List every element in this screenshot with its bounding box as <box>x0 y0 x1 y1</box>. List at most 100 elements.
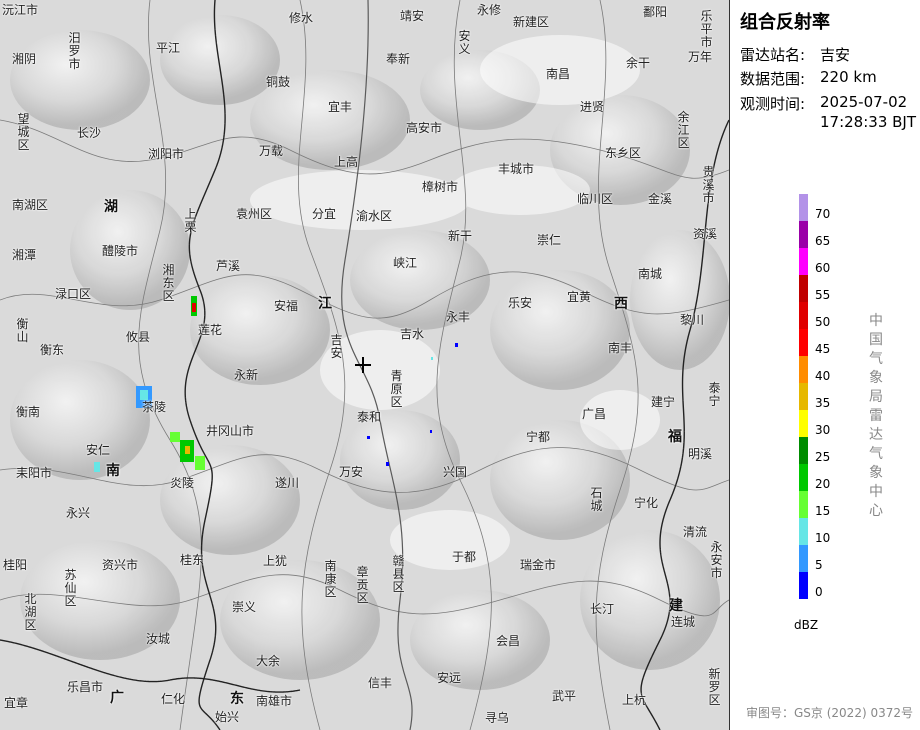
place-label: 宁化 <box>634 496 659 510</box>
place-label: 会昌 <box>496 634 521 648</box>
place-label: 北湖区 <box>24 592 37 632</box>
place-label: 上栗 <box>184 207 197 234</box>
place-label: 汝城 <box>146 632 171 646</box>
legend-swatch <box>799 410 808 437</box>
place-label: 乐昌市 <box>67 680 104 694</box>
time-date: 2025-07-02 <box>820 93 908 111</box>
legend-swatch <box>799 572 808 599</box>
province-label: 南 <box>106 463 120 479</box>
radar-map[interactable]: 沅江市 修水 靖安 永修 新建区 鄱阳 乐平市 汨罗市 平江 奉新 安义 湘阴 铜鼓 南昌 余干 万年 宜丰 进贤… <box>0 0 729 730</box>
place-label: 万年 <box>688 50 713 64</box>
place-label: 黎川 <box>680 313 705 327</box>
place-label: 乐安 <box>508 296 533 310</box>
place-label: 铜鼓 <box>266 75 291 89</box>
legend-tick-label: 30 <box>815 423 831 437</box>
place-label: 安远 <box>437 671 462 685</box>
place-label: 分宜 <box>312 207 337 221</box>
place-label: 金溪 <box>648 192 673 206</box>
legend-tick-label: 55 <box>815 288 831 302</box>
place-label: 青原区 <box>390 369 403 409</box>
place-label: 桂阳 <box>3 558 28 572</box>
place-label: 南湖区 <box>12 198 49 212</box>
place-label: 东乡区 <box>605 146 642 160</box>
legend-tick-label: 60 <box>815 261 831 275</box>
range-label: 数据范围: <box>740 70 806 88</box>
place-label: 衡山 <box>16 317 29 344</box>
place-label: 永安市 <box>710 540 723 580</box>
place-label: 永修 <box>477 3 502 17</box>
place-label: 长沙 <box>77 126 102 140</box>
place-label: 安福 <box>274 299 299 313</box>
place-label: 衡南 <box>16 405 41 419</box>
place-label: 乐平市 <box>700 9 713 49</box>
station-value: 吉安 <box>820 46 851 64</box>
place-label: 吉安 <box>330 333 343 360</box>
product-title: 组合反射率 <box>740 12 830 33</box>
place-label: 遂川 <box>275 476 300 490</box>
province-label: 西 <box>614 296 628 312</box>
station-label: 雷达站名: <box>740 46 806 64</box>
legend-tick-label: 65 <box>815 234 831 248</box>
place-label: 武平 <box>552 689 577 703</box>
place-label: 万载 <box>259 144 284 158</box>
place-label: 渝水区 <box>356 209 393 223</box>
place-label: 进贤 <box>580 100 605 114</box>
place-label: 望城区 <box>17 112 30 152</box>
province-label: 广 <box>110 690 124 706</box>
place-label: 醴陵市 <box>102 244 139 258</box>
legend-swatch <box>799 518 808 545</box>
place-label: 长汀 <box>590 602 615 616</box>
place-label: 湘潭 <box>12 248 37 262</box>
place-label: 章贡区 <box>356 565 369 605</box>
place-label: 崇仁 <box>537 233 562 247</box>
legend-tick-label: 45 <box>815 342 831 356</box>
place-label: 渌口区 <box>55 287 92 301</box>
time-clock: 17:28:33 BJT <box>820 113 917 131</box>
legend-swatch <box>799 275 808 302</box>
place-label: 鄱阳 <box>643 5 668 19</box>
place-label: 南城 <box>638 267 663 281</box>
place-label: 宜丰 <box>328 100 353 114</box>
place-label: 贵溪市 <box>702 165 715 205</box>
place-label: 靖安 <box>400 9 425 23</box>
place-label: 汨罗市 <box>68 31 81 71</box>
place-label: 新干 <box>448 229 473 243</box>
legend-tick-label: 35 <box>815 396 831 410</box>
place-label: 平江 <box>156 41 181 55</box>
place-label: 宜黄 <box>567 290 592 304</box>
province-label: 湖 <box>104 199 118 215</box>
legend-swatch <box>799 221 808 248</box>
place-label: 崇义 <box>232 600 257 614</box>
place-label: 南雄市 <box>256 694 293 708</box>
place-label: 仁化 <box>161 692 186 706</box>
place-label: 上高 <box>334 155 359 169</box>
place-label: 泰和 <box>357 410 382 424</box>
place-label: 永新 <box>234 368 259 382</box>
place-label: 永兴 <box>66 506 91 520</box>
place-label: 苏仙区 <box>64 568 77 608</box>
approval-number: 审图号：GS京 (2022) 0372号 <box>746 706 913 720</box>
legend-tick-label: 15 <box>815 504 831 518</box>
place-label: 宁都 <box>526 430 551 444</box>
place-label: 湘东区 <box>162 263 175 303</box>
place-label: 茶陵 <box>142 400 167 414</box>
legend-swatch <box>799 383 808 410</box>
place-label: 资溪 <box>693 227 718 241</box>
place-label: 安仁 <box>86 443 111 457</box>
legend-swatch <box>799 194 808 221</box>
place-label: 高安市 <box>406 121 443 135</box>
place-label: 沅江市 <box>2 3 39 17</box>
legend-swatch <box>799 545 808 572</box>
province-label: 建 <box>669 598 683 614</box>
place-label: 南康区 <box>324 559 337 599</box>
place-label: 袁州区 <box>236 207 273 221</box>
place-label: 连城 <box>671 615 696 629</box>
place-label: 丰城市 <box>498 162 535 176</box>
legend-swatch <box>799 302 808 329</box>
place-label: 万安 <box>339 465 364 479</box>
legend-swatch <box>799 356 808 383</box>
legend-unit: dBZ <box>794 618 819 632</box>
place-label: 衡东 <box>40 343 65 357</box>
legend-swatch <box>799 248 808 275</box>
color-legend <box>799 194 808 599</box>
